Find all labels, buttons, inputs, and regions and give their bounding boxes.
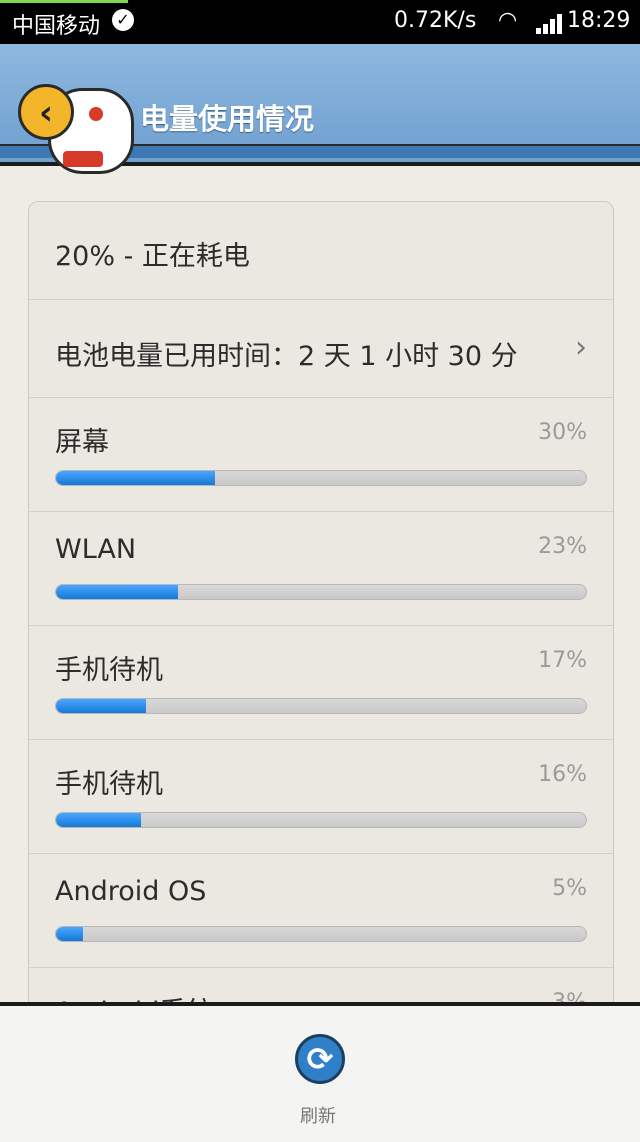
signal-icon	[536, 14, 564, 34]
carrier-name: 中国移动	[12, 14, 101, 39]
refresh-label[interactable]: 刷新	[300, 1102, 336, 1128]
usage-bar-fill	[56, 585, 178, 599]
usage-row[interactable]: WLAN 23%	[29, 512, 613, 626]
usage-bar-fill	[56, 927, 83, 941]
battery-status-row: 20% - 正在耗电	[29, 202, 613, 300]
usage-percent: 30%	[538, 420, 587, 445]
usage-row[interactable]: 屏幕 30%	[29, 398, 613, 512]
time-used-row[interactable]: 电池电量已用时间：2 天 1 小时 30 分 ›	[29, 300, 613, 398]
usage-label: 屏幕	[55, 427, 109, 458]
battery-status-text: 20% - 正在耗电	[55, 241, 250, 272]
usage-bar	[55, 698, 587, 714]
usage-row[interactable]: Android OS 5%	[29, 854, 613, 968]
usage-label: 手机待机	[55, 769, 163, 800]
usage-percent: 23%	[538, 534, 587, 559]
refresh-icon: ⟳	[306, 1040, 334, 1078]
usage-bar-fill	[56, 471, 215, 485]
wifi-icon: ◠	[498, 8, 518, 33]
clock: 18:29	[567, 8, 631, 33]
chevron-right-icon: ›	[575, 330, 587, 365]
usage-bar-fill	[56, 813, 141, 827]
usage-row[interactable]: 手机待机 17%	[29, 626, 613, 740]
back-button[interactable]: ‹	[18, 84, 74, 140]
page-title: 电量使用情况	[140, 102, 315, 136]
network-speed: 0.72K/s	[394, 8, 477, 33]
bottom-action-bar: ⟳ 刷新	[0, 1002, 640, 1142]
usage-bar	[55, 470, 587, 486]
star-icon	[89, 107, 103, 121]
usage-row[interactable]: 手机待机 16%	[29, 740, 613, 854]
check-icon: ✓	[112, 9, 134, 31]
usage-bar	[55, 812, 587, 828]
time-used-text: 电池电量已用时间：2 天 1 小时 30 分	[55, 341, 518, 372]
usage-bar-fill	[56, 699, 147, 713]
usage-bar	[55, 584, 587, 600]
scarf-icon	[63, 151, 103, 167]
usage-label: 手机待机	[55, 655, 163, 686]
usage-bar	[55, 926, 587, 942]
app-header: ‹ 电量使用情况	[0, 44, 640, 174]
usage-label: WLAN	[55, 534, 137, 565]
usage-percent: 17%	[538, 648, 587, 673]
refresh-button[interactable]: ⟳	[295, 1034, 345, 1084]
chevron-left-icon: ‹	[38, 93, 53, 133]
battery-usage-card: 20% - 正在耗电 电池电量已用时间：2 天 1 小时 30 分 › 屏幕 3…	[28, 201, 614, 1023]
usage-percent: 5%	[552, 876, 587, 901]
usage-label: Android OS	[55, 876, 207, 907]
download-progress-line	[0, 0, 128, 3]
status-bar: 中国移动 ✓ 0.72K/s ◠ 18:29	[0, 0, 640, 44]
usage-percent: 16%	[538, 762, 587, 787]
